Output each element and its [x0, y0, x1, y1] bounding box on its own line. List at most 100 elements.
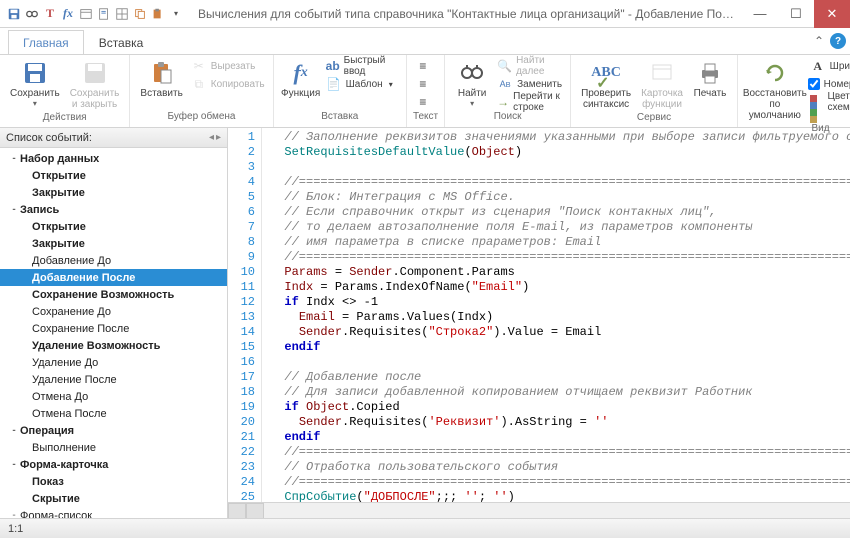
tree-item[interactable]: Сохранение До — [0, 303, 227, 320]
find-next-icon: 🔍 — [497, 58, 512, 74]
print-button[interactable]: Печать — [689, 57, 731, 101]
quick-input-icon: ab — [326, 58, 340, 74]
color-scheme-button[interactable]: Цветовая схема▾ — [808, 93, 850, 111]
close-button[interactable]: ✕ — [814, 0, 850, 28]
tree-item[interactable]: Удаление После — [0, 371, 227, 388]
template-icon: 📄 — [326, 76, 342, 92]
qat-grid-icon[interactable] — [114, 6, 130, 22]
code-editor[interactable]: 1234567891011121314151617181920212223242… — [228, 128, 850, 502]
save-close-icon — [81, 59, 109, 87]
ribbon-group-clipboard: Вставить ✂Вырезать ⧉Копировать Буфер обм… — [130, 55, 273, 127]
qat-copy-icon[interactable] — [132, 6, 148, 22]
paste-button[interactable]: Вставить — [136, 57, 186, 101]
sidebar: Список событий: ◂▸ -Набор данныхОткрытие… — [0, 128, 228, 518]
ribbon-collapse-icon[interactable]: ⌃ — [812, 32, 826, 50]
tree-item[interactable]: Выполнение — [0, 439, 227, 456]
tree-item[interactable]: -Запись — [0, 201, 227, 218]
tree-item[interactable]: Открытие — [0, 167, 227, 184]
color-scheme-icon — [810, 95, 821, 109]
scrollbar-horizontal[interactable] — [228, 502, 850, 518]
tree-item[interactable]: Сохранение После — [0, 320, 227, 337]
sidebar-header: Список событий: ◂▸ — [0, 128, 227, 148]
tree-item[interactable]: -Операция — [0, 422, 227, 439]
text-misc-icon: ≡ — [415, 94, 431, 110]
qat-fx-icon[interactable]: fx — [60, 6, 76, 22]
goto-icon: → — [497, 94, 509, 110]
paste-icon — [148, 59, 176, 87]
window-title: Вычисления для событий типа справочника … — [190, 7, 742, 21]
cursor-position: 1:1 — [8, 523, 23, 535]
statusbar: 1:1 — [0, 518, 850, 538]
minimize-button[interactable]: — — [742, 0, 778, 28]
tree-item[interactable]: Скрытие — [0, 490, 227, 507]
window-controls: — ☐ ✕ — [742, 0, 850, 28]
save-button[interactable]: Сохранить ▾ — [6, 57, 64, 110]
event-tree[interactable]: -Набор данныхОткрытиеЗакрытие-ЗаписьОткр… — [0, 148, 227, 518]
function-button[interactable]: fx Функция — [280, 57, 322, 101]
qat-font-icon[interactable]: Т — [42, 6, 58, 22]
tree-item[interactable]: Показ — [0, 473, 227, 490]
tab-insert[interactable]: Вставка — [84, 30, 159, 54]
tree-item[interactable]: -Форма-карточка — [0, 456, 227, 473]
sidebar-title: Список событий: — [6, 132, 92, 144]
tree-item[interactable]: Удаление До — [0, 354, 227, 371]
indent-left-icon: ≡ — [415, 58, 431, 74]
tree-item[interactable]: Открытие — [0, 218, 227, 235]
sidebar-next-icon[interactable]: ▸ — [216, 132, 221, 143]
restore-default-button[interactable]: Восстановить по умолчанию — [744, 57, 806, 123]
tree-item[interactable]: -Набор данных — [0, 150, 227, 167]
text-misc-button[interactable]: ≡ — [413, 93, 433, 111]
tree-item[interactable]: Закрытие — [0, 184, 227, 201]
quick-input-button[interactable]: abБыстрый ввод — [324, 57, 400, 75]
indent-left-button[interactable]: ≡ — [413, 57, 433, 75]
ribbon: Сохранить ▾ Сохранить и закрыть Действия… — [0, 54, 850, 128]
qat-dropdown-icon[interactable]: ▾ — [168, 6, 184, 22]
tab-main[interactable]: Главная — [8, 30, 84, 54]
code-content[interactable]: // Заполнение реквизитов значениями указ… — [262, 128, 850, 502]
save-icon — [21, 59, 49, 87]
qat-save-icon[interactable] — [6, 6, 22, 22]
editor-wrap: 1234567891011121314151617181920212223242… — [228, 128, 850, 518]
restore-icon — [761, 59, 789, 87]
tree-item[interactable]: -Форма-список — [0, 507, 227, 518]
find-next-button: 🔍Найти далее — [495, 57, 564, 75]
quick-access-toolbar: Т fx ▾ — [0, 6, 190, 22]
replace-icon: AB — [497, 76, 513, 92]
print-icon — [696, 59, 724, 87]
maximize-button[interactable]: ☐ — [778, 0, 814, 28]
goto-line-button[interactable]: →Перейти к строке — [495, 93, 564, 111]
qat-binoculars-icon[interactable] — [24, 6, 40, 22]
qat-paste-icon[interactable] — [150, 6, 166, 22]
help-icon[interactable]: ? — [830, 33, 846, 49]
find-button[interactable]: Найти ▾ — [451, 57, 493, 110]
font-button[interactable]: AШрифт — [808, 57, 850, 75]
indent-right-icon: ≡ — [415, 76, 431, 92]
ribbon-tabs: Главная Вставка ⌃ ? — [0, 28, 850, 54]
tree-item[interactable]: Отмена После — [0, 405, 227, 422]
tree-item[interactable]: Отмена До — [0, 388, 227, 405]
check-syntax-icon: ABC✓ — [592, 59, 620, 87]
tree-item[interactable]: Добавление После — [0, 269, 227, 286]
line-gutter: 1234567891011121314151617181920212223242… — [228, 128, 262, 502]
save-close-button: Сохранить и закрыть — [66, 57, 124, 112]
font-icon: A — [810, 58, 826, 74]
template-button[interactable]: 📄Шаблон▾ — [324, 75, 400, 93]
tree-item[interactable]: Сохранение Возможность — [0, 286, 227, 303]
indent-right-button[interactable]: ≡ — [413, 75, 433, 93]
check-syntax-button[interactable]: ABC✓ Проверить синтаксис — [577, 57, 635, 112]
function-card-button: Карточка функции — [637, 57, 687, 112]
tree-item[interactable]: Добавление До — [0, 252, 227, 269]
binoculars-icon — [458, 59, 486, 87]
sidebar-prev-icon[interactable]: ◂ — [209, 132, 214, 143]
ribbon-group-service: ABC✓ Проверить синтаксис Карточка функци… — [571, 55, 738, 127]
copy-button: ⧉Копировать — [189, 75, 267, 93]
qat-card-icon[interactable] — [78, 6, 94, 22]
ribbon-group-view: Восстановить по умолчанию AШрифт Номера … — [738, 55, 850, 127]
ribbon-group-search: Найти ▾ 🔍Найти далее ABЗаменить →Перейти… — [445, 55, 571, 127]
tree-item[interactable]: Закрытие — [0, 235, 227, 252]
copy-icon: ⧉ — [191, 76, 207, 92]
function-card-icon — [648, 59, 676, 87]
function-icon: fx — [287, 59, 315, 87]
qat-doc-icon[interactable] — [96, 6, 112, 22]
tree-item[interactable]: Удаление Возможность — [0, 337, 227, 354]
